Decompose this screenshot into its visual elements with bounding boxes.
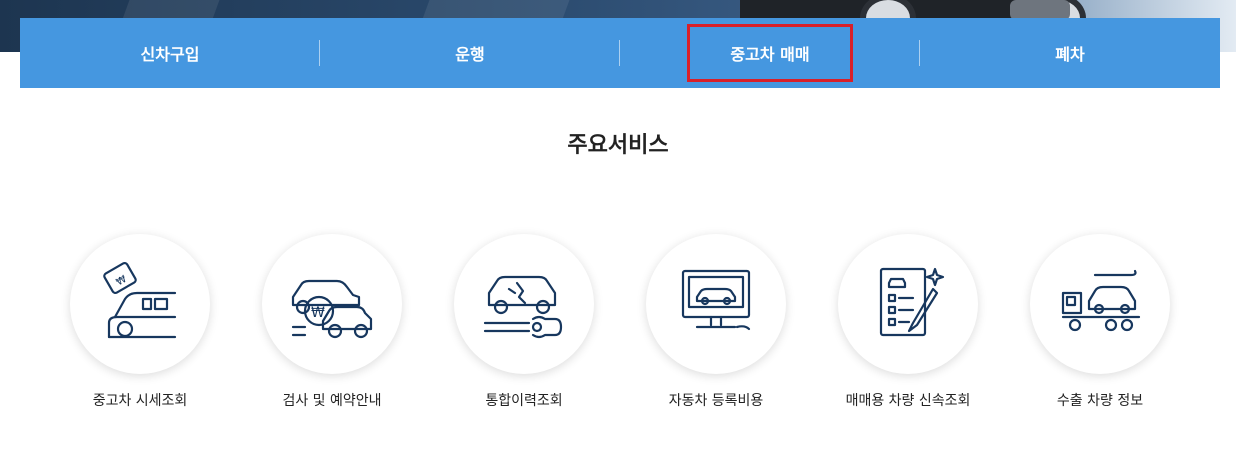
service-icon-circle: ₩ <box>70 234 210 374</box>
service-label: 자동차 등록비용 <box>668 393 764 409</box>
service-icon-circle <box>454 234 594 374</box>
car-monitor-icon <box>681 269 751 331</box>
service-label: 검사 및 예약안내 <box>282 393 382 409</box>
service-registration-cost[interactable]: 자동차 등록비용 <box>620 234 812 410</box>
service-inspection-booking[interactable]: ₩ 검사 및 예약안내 <box>236 234 428 410</box>
service-icon-circle <box>838 234 978 374</box>
nav-item-label: 폐차 <box>1055 45 1085 64</box>
car-export-truck-icon <box>1061 269 1141 332</box>
highlight-box <box>687 24 853 82</box>
car-repair-history-icon <box>483 275 563 339</box>
car-checklist-icon <box>879 267 945 337</box>
service-icon-circle <box>1030 234 1170 374</box>
svg-text:₩: ₩ <box>311 305 325 321</box>
nav-item-driving[interactable]: 운행 <box>320 18 620 88</box>
service-icon-circle: ₩ <box>262 234 402 374</box>
nav-item-new-car[interactable]: 신차구입 <box>20 18 320 88</box>
service-icon-circle <box>646 234 786 374</box>
nav-item-scrap[interactable]: 폐차 <box>920 18 1220 88</box>
service-used-car-price[interactable]: ₩ 중고차 시세조회 <box>44 234 236 410</box>
main-nav: 신차구입 운행 중고차 매매 폐차 <box>20 18 1220 88</box>
car-price-tag-icon: ₩ <box>103 261 177 339</box>
service-label: 중고차 시세조회 <box>92 393 188 409</box>
nav-item-label: 운행 <box>455 45 485 64</box>
service-vehicle-quick-lookup[interactable]: 매매용 차량 신속조회 <box>812 234 1004 410</box>
service-export-vehicle-info[interactable]: 수출 차량 정보 <box>1004 234 1196 410</box>
nav-item-used-car-trade[interactable]: 중고차 매매 <box>620 18 920 88</box>
service-integrated-history[interactable]: 통합이력조회 <box>428 234 620 410</box>
section-title: 주요서비스 <box>567 133 669 158</box>
car-inspection-won-icon: ₩ <box>291 279 373 339</box>
service-label: 수출 차량 정보 <box>1056 393 1144 409</box>
service-label: 통합이력조회 <box>485 393 563 409</box>
nav-item-label: 신차구입 <box>140 45 200 64</box>
service-label: 매매용 차량 신속조회 <box>845 393 971 409</box>
